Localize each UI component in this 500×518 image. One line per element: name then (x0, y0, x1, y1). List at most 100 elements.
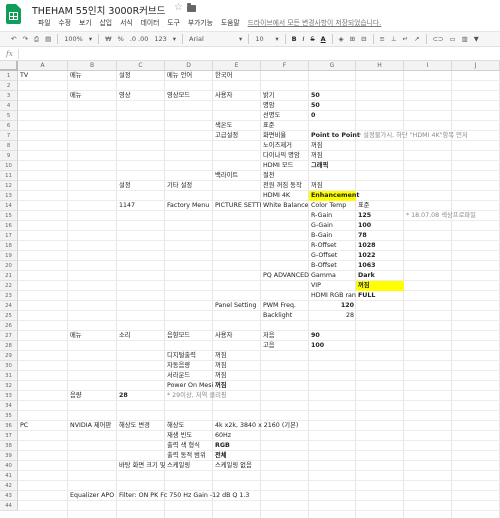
cell[interactable]: 영상모드 (165, 91, 190, 101)
row-header[interactable]: 26 (0, 321, 18, 331)
cell[interactable]: Point to Point (309, 131, 360, 141)
select-all-corner[interactable] (0, 61, 18, 71)
cell[interactable]: 꺼짐 (213, 381, 227, 391)
print-icon[interactable]: ⎙ (31, 35, 42, 44)
cell[interactable]: B-Gain (309, 231, 332, 241)
cell[interactable]: 출력 동적 범위 (165, 451, 206, 461)
text-color-button[interactable]: A (318, 35, 329, 43)
cell[interactable]: 메뉴 (68, 331, 82, 341)
cell[interactable]: 해상도 (165, 421, 184, 431)
fill-color-icon[interactable]: ◈ (336, 35, 347, 43)
cell[interactable]: Power On Mesic (165, 381, 213, 391)
row-header[interactable]: 33 (0, 391, 18, 401)
cell[interactable]: Enhancement (309, 191, 359, 201)
row-header[interactable]: 29 (0, 351, 18, 361)
cell[interactable]: 디지털출력 (165, 351, 196, 361)
column-header[interactable]: H (356, 61, 404, 71)
row-header[interactable]: 28 (0, 341, 18, 351)
filter-icon[interactable]: ▼ (471, 35, 482, 43)
redo-icon[interactable]: ↷ (19, 35, 30, 43)
comment-icon[interactable]: ▭ (446, 35, 458, 43)
cell[interactable]: 전원 꺼짐 동작 (261, 181, 302, 191)
row-header[interactable]: 4 (0, 101, 18, 111)
wrap-icon[interactable]: ↵ (400, 35, 411, 43)
row-header[interactable]: 17 (0, 231, 18, 241)
cell[interactable]: 다이나믹 명암 (261, 151, 300, 161)
cell[interactable]: 꺼짐 (356, 281, 404, 291)
column-header[interactable]: J (452, 61, 500, 71)
cell[interactable]: 소리 (117, 331, 131, 341)
cell[interactable]: 스케일링 (165, 461, 190, 471)
cell[interactable]: HDMI 모드 (261, 161, 293, 171)
row-header[interactable]: 3 (0, 91, 18, 101)
cell[interactable]: 전체 (213, 451, 227, 461)
cell[interactable]: RGB (213, 441, 230, 451)
cell[interactable]: PC (18, 421, 28, 431)
cell[interactable]: 사용자 (213, 331, 232, 341)
menu-item[interactable]: 부가기능 (184, 17, 217, 29)
row-header[interactable]: 30 (0, 361, 18, 371)
chevron-down-icon[interactable]: ▾ (86, 35, 95, 43)
row-header[interactable]: 19 (0, 251, 18, 261)
cell[interactable]: VIP (309, 281, 321, 291)
cell[interactable]: 음향모드 (165, 331, 190, 341)
bold-button[interactable]: B (289, 35, 300, 43)
cell[interactable]: 설정 (117, 181, 131, 191)
cell[interactable]: 100 (309, 341, 324, 351)
row-header[interactable]: 36 (0, 421, 18, 431)
row-header[interactable]: 12 (0, 181, 18, 191)
row-header[interactable]: 42 (0, 481, 18, 491)
cell[interactable]: 음량 (68, 391, 82, 401)
cell[interactable]: 꺼짐 (309, 181, 323, 191)
cell[interactable]: 한국어 (213, 71, 232, 81)
cell[interactable]: PWM Freq. (261, 301, 296, 311)
document-title[interactable]: THEHAM 55인치 3000R커브드 (32, 3, 165, 17)
row-header[interactable]: 13 (0, 191, 18, 201)
font-select[interactable]: Arial (186, 35, 236, 43)
cell[interactable]: 78 (356, 231, 367, 241)
cell[interactable]: 50 (309, 101, 320, 111)
cell[interactable]: R-Offset (309, 241, 337, 251)
cell[interactable]: TV (18, 71, 28, 81)
save-status-link[interactable]: 드라이브에서 모든 변경사항이 저장되었습니다. (248, 17, 382, 29)
cell[interactable]: 자동음량 (165, 361, 190, 371)
cell[interactable]: 절전 (261, 171, 275, 181)
row-header[interactable]: 23 (0, 291, 18, 301)
menu-item[interactable]: 도움말 (217, 17, 244, 29)
cell[interactable]: 100 (356, 221, 371, 231)
cell[interactable]: 0 (309, 111, 315, 121)
paint-format-icon[interactable]: ▤ (42, 35, 54, 43)
row-header[interactable]: 31 (0, 371, 18, 381)
cell[interactable]: 1022 (356, 251, 376, 261)
link-icon[interactable]: ⊂⊃ (430, 35, 447, 43)
cell[interactable]: 사용자 (213, 91, 232, 101)
cell[interactable]: Backlight (261, 311, 292, 321)
cell[interactable]: 재생 빈도 (165, 431, 192, 441)
cell[interactable]: PICTURE SETTING (213, 201, 261, 211)
cell[interactable]: Equalizer APO (68, 491, 114, 501)
cell[interactable]: 메뉴 (68, 71, 82, 81)
row-header[interactable]: 8 (0, 141, 18, 151)
cell[interactable]: NVIDIA 제어판 (68, 421, 111, 431)
row-header[interactable]: 40 (0, 461, 18, 471)
cell[interactable]: B-Offset (309, 261, 337, 271)
cell[interactable]: Color Temp (309, 201, 346, 211)
cell[interactable]: 명암 (261, 101, 275, 111)
row-header[interactable]: 32 (0, 381, 18, 391)
cell[interactable]: 4k x2k, 3840 x 2160 (기본) (213, 421, 298, 431)
cell[interactable]: 기타 설정 (165, 181, 192, 191)
cell[interactable]: * 29이상, 저역 클리핑 (165, 391, 227, 401)
font-size-select[interactable]: 10 (252, 35, 272, 43)
cell[interactable]: 출력 색 형식 (165, 441, 200, 451)
cell[interactable]: G-Gain (309, 221, 333, 231)
row-header[interactable]: 7 (0, 131, 18, 141)
row-header[interactable]: 24 (0, 301, 18, 311)
cell[interactable]: FULL (356, 291, 375, 301)
menu-item[interactable]: 보기 (75, 17, 96, 29)
cell[interactable]: 설정 (117, 71, 131, 81)
menu-item[interactable]: 삽입 (96, 17, 117, 29)
valign-icon[interactable]: ⊥ (388, 35, 400, 43)
row-header[interactable]: 2 (0, 81, 18, 91)
cell[interactable]: 고음 (261, 341, 275, 351)
spreadsheet-grid[interactable]: A B C D E F G H I J 1 2 3 4 5 6 7 8 9 10 11 12 13 14 15 16 17 18 19 2… (0, 61, 500, 518)
